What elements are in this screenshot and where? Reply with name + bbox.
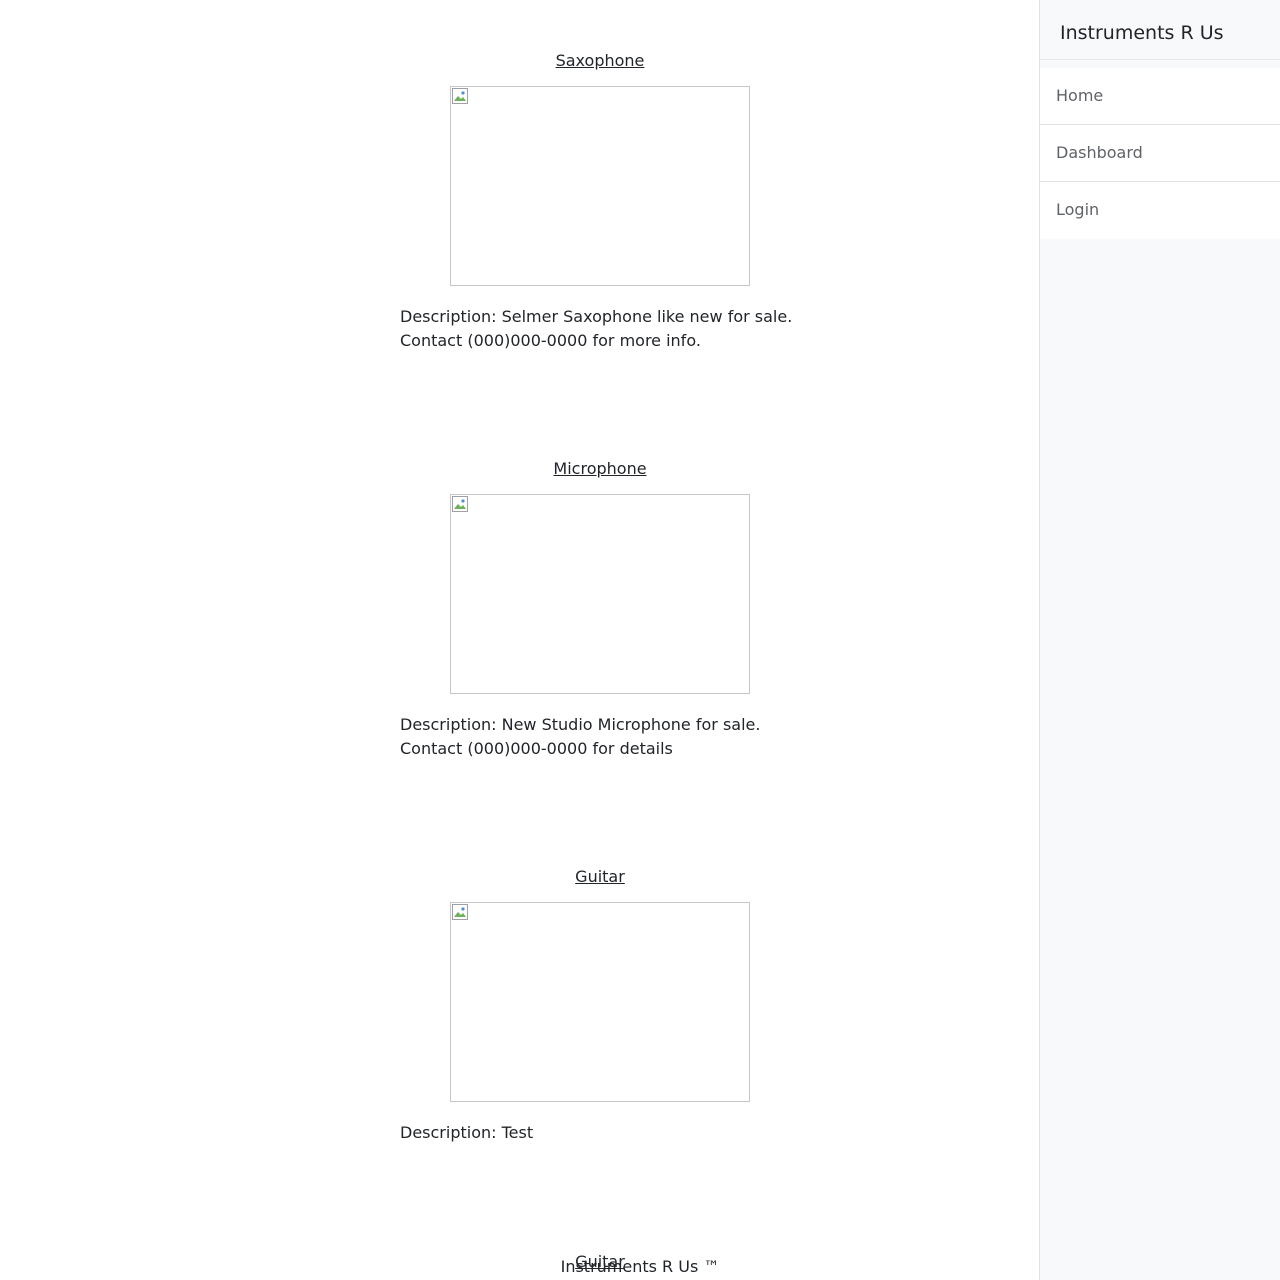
sidebar-item-home[interactable]: Home — [1040, 68, 1280, 125]
listing-title-link[interactable]: Guitar — [575, 867, 625, 886]
sidebar-brand: Instruments R Us — [1040, 0, 1280, 60]
listing-description: Description: Test — [400, 1121, 800, 1145]
sidebar-item-dashboard[interactable]: Dashboard — [1040, 125, 1280, 182]
sidebar-menu: Home Dashboard Login — [1040, 68, 1280, 239]
listing-title-link[interactable]: Microphone — [553, 459, 646, 478]
description-line: Contact (000)000-0000 for more info. — [400, 331, 701, 350]
broken-image-icon — [452, 88, 468, 104]
description-line: Description: Selmer Saxophone like new f… — [400, 307, 793, 326]
sidebar: Instruments R Us Home Dashboard Login — [1039, 0, 1280, 1280]
sidebar-item-login[interactable]: Login — [1040, 182, 1280, 239]
description-line: Contact (000)000-0000 for details — [400, 739, 673, 758]
broken-image-icon — [452, 496, 468, 512]
listing-title-link[interactable]: Saxophone — [556, 51, 645, 70]
broken-image-icon — [452, 904, 468, 920]
listing-title: Guitar — [400, 865, 800, 889]
description-line: Description: Test — [400, 1123, 534, 1142]
listing-title: Microphone — [400, 457, 800, 481]
listing-image[interactable] — [450, 902, 750, 1102]
listing-image[interactable] — [450, 494, 750, 694]
listing-image[interactable] — [450, 86, 750, 286]
listing-description: Description: Selmer Saxophone like new f… — [400, 305, 800, 353]
listing-title: Saxophone — [400, 49, 800, 73]
listing-description: Description: New Studio Microphone for s… — [400, 713, 800, 761]
main-content: Saxophone Description: Selmer Saxophone … — [0, 0, 1039, 1280]
description-line: Description: New Studio Microphone for s… — [400, 715, 761, 734]
